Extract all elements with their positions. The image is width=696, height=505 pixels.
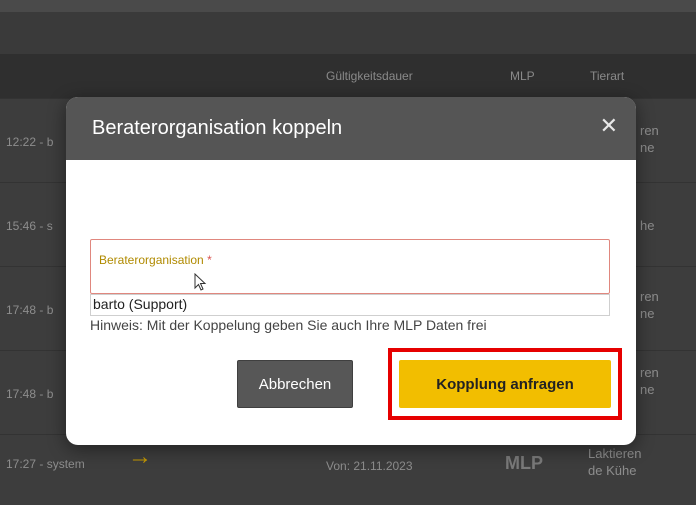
row-animal-type: ren ne xyxy=(640,123,659,155)
cancel-button[interactable]: Abbrechen xyxy=(237,360,353,408)
organization-select[interactable]: Beraterorganisation * xyxy=(90,239,610,294)
row-time: 15:46 - s xyxy=(6,219,53,233)
column-header-mlp: MLP xyxy=(510,69,535,83)
column-header-validity: Gültigkeitsdauer xyxy=(326,69,413,83)
organization-dropdown-list: barto (Support) xyxy=(90,294,610,316)
coupling-hint-text: Hinweis: Mit der Koppelung geben Sie auc… xyxy=(90,317,487,333)
top-bar xyxy=(0,12,696,54)
organization-field-label: Beraterorganisation * xyxy=(99,253,212,267)
close-icon[interactable]: ✕ xyxy=(600,115,618,137)
row-animal-type: he xyxy=(640,218,655,233)
row-mlp: MLP xyxy=(505,453,543,473)
field-label-text: Beraterorganisation xyxy=(99,253,204,267)
table-header: Gültigkeitsdauer MLP Tierart xyxy=(0,54,696,98)
row-animal-type: Laktieren de Kühe xyxy=(588,446,642,478)
couple-organization-dialog: Beraterorganisation koppeln ✕ Beraterorg… xyxy=(66,97,636,445)
row-animal-type: ren ne xyxy=(640,365,659,397)
required-mark: * xyxy=(207,253,212,267)
request-coupling-button[interactable]: Kopplung anfragen xyxy=(399,360,611,408)
row-time: 12:22 - b xyxy=(6,135,54,149)
row-time: 17:27 - system xyxy=(6,457,85,471)
row-validity: Von: 21.11.2023 xyxy=(326,459,413,473)
arrow-right-icon: → xyxy=(128,443,152,470)
dialog-header: Beraterorganisation koppeln ✕ xyxy=(66,97,636,160)
dropdown-option[interactable]: barto (Support) xyxy=(93,296,187,312)
row-time: 17:48 - b xyxy=(6,387,54,401)
column-header-animal-type: Tierart xyxy=(590,69,625,83)
row-animal-type: ren ne xyxy=(640,289,659,321)
row-time: 17:48 - b xyxy=(6,303,54,317)
dialog-title: Beraterorganisation koppeln xyxy=(92,117,343,139)
mouse-cursor-icon xyxy=(194,273,207,291)
